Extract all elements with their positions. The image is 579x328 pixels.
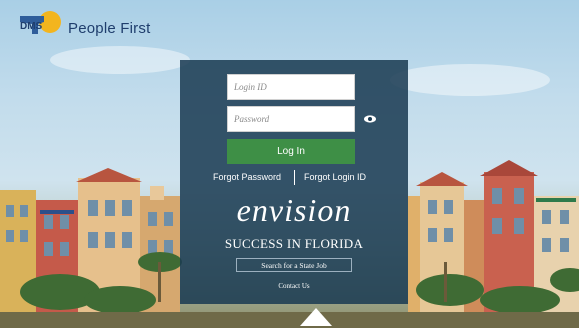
login-panel: Log In Forgot Password Forgot Login ID e…: [180, 60, 408, 304]
forgot-password-link[interactable]: Forgot Password: [213, 172, 281, 182]
tagline: SUCCESS IN FLORIDA: [224, 236, 364, 251]
app-title: People First: [68, 20, 151, 37]
header: DMS People First: [0, 0, 579, 40]
eye-icon[interactable]: [364, 115, 376, 123]
search-state-job-button[interactable]: Search for a State Job: [236, 258, 352, 272]
link-divider: [294, 170, 295, 185]
logo-text: DMS: [20, 21, 43, 32]
forgot-login-id-link[interactable]: Forgot Login ID: [304, 172, 366, 182]
contact-us-link[interactable]: Contact Us: [180, 282, 408, 290]
password-input[interactable]: [227, 106, 355, 132]
forgot-links: Forgot Password Forgot Login ID: [180, 170, 408, 188]
login-button[interactable]: Log In: [227, 139, 355, 164]
login-id-input[interactable]: [227, 74, 355, 100]
envision-logo-text: envision: [236, 192, 352, 228]
